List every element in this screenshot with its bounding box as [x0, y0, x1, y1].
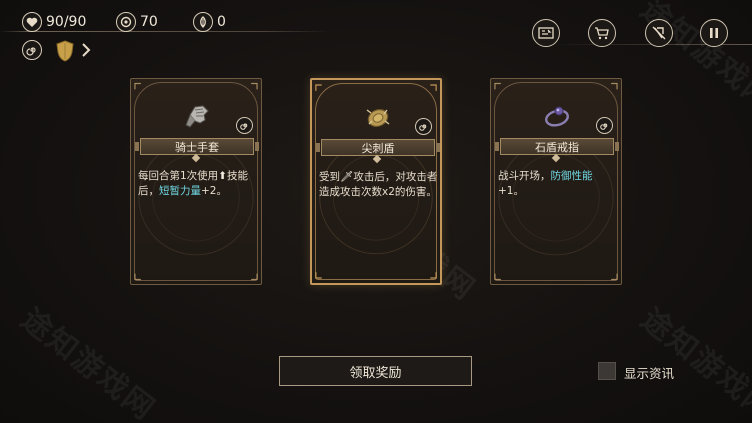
coin-value: 70	[140, 14, 158, 30]
shield-icon[interactable]	[55, 40, 75, 62]
soul-stat: 0	[193, 12, 226, 32]
card-type-badge	[596, 117, 613, 134]
description-text: +2。	[201, 185, 227, 197]
inline-skill-icon: ⬆	[218, 170, 227, 182]
cart-icon	[595, 27, 609, 40]
deck-button[interactable]	[645, 19, 673, 47]
no-tool-icon	[652, 26, 666, 40]
card-type-badge	[236, 117, 253, 134]
card-description: 受到🗡攻击后，对攻击者造成攻击次数x2的伤害。	[319, 170, 439, 200]
claim-reward-button[interactable]: 领取奖励	[279, 356, 472, 386]
coin-stat: 70	[116, 12, 158, 32]
heart-icon	[22, 12, 42, 32]
gauntlet-icon	[185, 105, 209, 128]
hp-stat: 90/90	[22, 12, 86, 32]
ring-icon	[545, 106, 569, 127]
watermark: 途知游戏网	[14, 301, 162, 423]
soul-icon	[193, 12, 213, 32]
description-text: 战斗开场，	[498, 170, 551, 182]
reward-screen: 途知游戏网 途知游戏网 途知游戏网 途知游戏网 90/90 70 0	[0, 0, 752, 423]
inline-skill-icon: 🗡	[340, 171, 354, 183]
card-title: 尖刺盾	[316, 139, 440, 156]
reward-card-stone-shield-ring[interactable]: 石盾戒指 战斗开场，防御性能 +1。	[490, 78, 622, 285]
reward-card-knight-gloves[interactable]: 骑士手套 每回合第1次使用⬆技能后，短暂力量+2。	[130, 78, 262, 285]
reward-card-spiked-shield[interactable]: 尖刺盾 受到🗡攻击后，对攻击者造成攻击次数x2的伤害。	[310, 78, 442, 285]
coin-icon	[116, 12, 136, 32]
card-title-text: 尖刺盾	[361, 141, 395, 155]
spiked-shield-icon	[366, 109, 390, 127]
card-title: 骑士手套	[135, 138, 259, 155]
card-description: 战斗开场，防御性能 +1。	[498, 169, 618, 199]
keyword-highlight: 防御性能	[550, 170, 593, 182]
map-button[interactable]	[532, 19, 560, 47]
map-icon	[538, 27, 554, 39]
claim-reward-label: 领取奖励	[349, 365, 402, 381]
spiral-icon[interactable]	[22, 40, 42, 60]
status-row	[22, 40, 42, 60]
card-type-badge	[415, 118, 432, 135]
watermark: 途知游戏网	[634, 301, 752, 423]
pause-button[interactable]	[700, 19, 728, 47]
shop-button[interactable]	[588, 19, 616, 47]
keyword-highlight: 短暂力量	[159, 185, 201, 197]
card-title-text: 石盾戒指	[535, 140, 579, 154]
show-info-label[interactable]: 显示资讯	[624, 363, 674, 382]
description-text: 受到	[319, 171, 340, 183]
hp-value: 90/90	[46, 14, 87, 30]
soul-value: 0	[217, 14, 226, 30]
card-title: 石盾戒指	[495, 138, 619, 155]
chevron-right-icon[interactable]	[81, 42, 91, 58]
watermark: 途知游戏网	[634, 0, 752, 118]
card-description: 每回合第1次使用⬆技能后，短暂力量+2。	[138, 169, 258, 199]
card-title-text: 骑士手套	[175, 140, 219, 154]
description-text: 每回合第1次使用	[138, 170, 219, 182]
description-text: +1。	[498, 185, 524, 197]
show-info-checkbox[interactable]	[598, 362, 616, 380]
pause-icon	[710, 28, 718, 38]
